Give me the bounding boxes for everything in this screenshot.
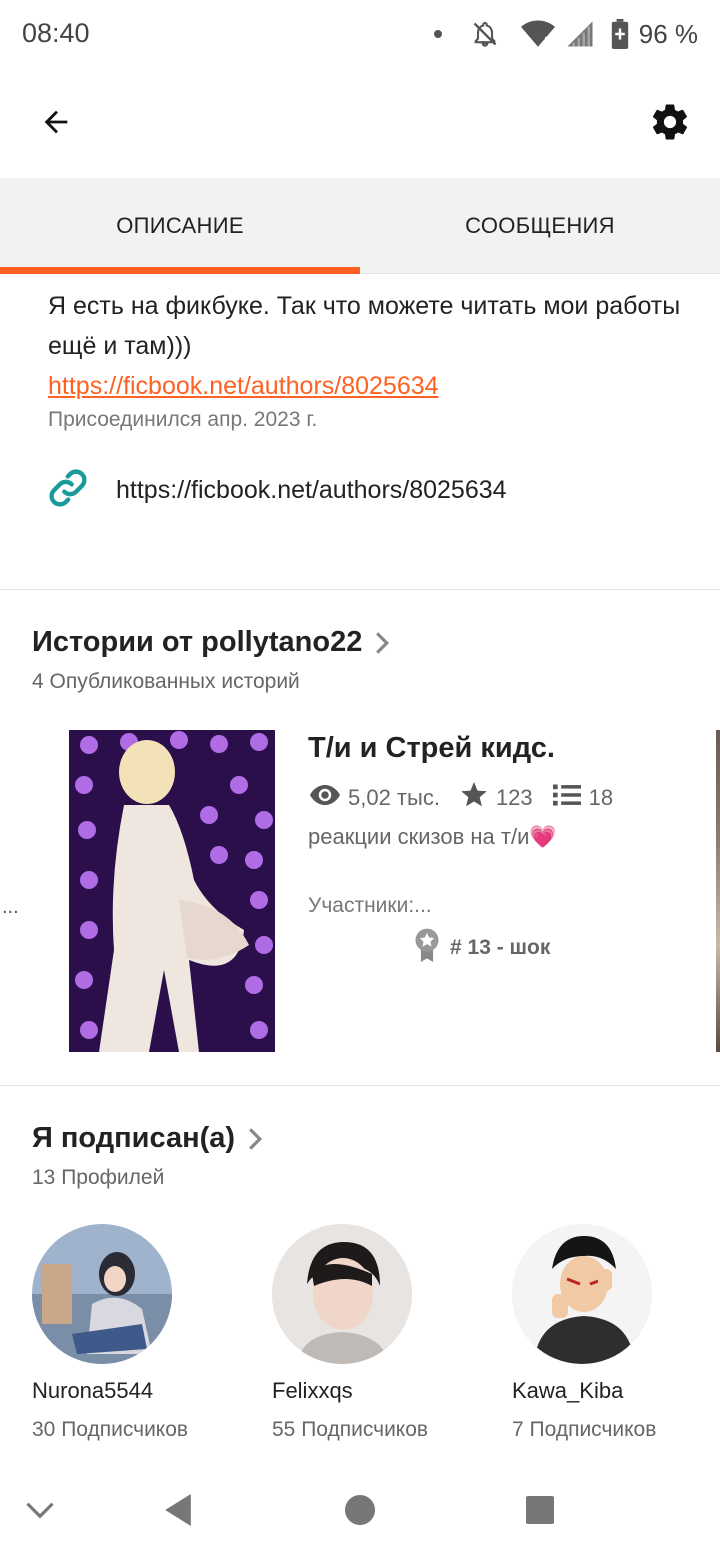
website-text: https://ficbook.net/authors/8025634: [116, 475, 507, 504]
website-link[interactable]: https://ficbook.net/authors/8025634: [46, 466, 507, 514]
story-rank[interactable]: # 13 - шок: [414, 928, 551, 968]
nav-home-button[interactable]: [332, 1484, 388, 1540]
signal-icon: [565, 19, 595, 49]
app-bar: [0, 68, 720, 178]
eye-icon: [310, 784, 348, 812]
joined-date: Присоединился апр. 2023 г.: [48, 408, 318, 431]
next-story-peek[interactable]: [716, 730, 720, 1052]
dot-icon: [433, 29, 443, 39]
votes-count: 123: [495, 785, 533, 810]
star-icon: [460, 782, 496, 814]
back-triangle-icon: [162, 1492, 194, 1533]
status-bar: 08:40 96 %: [0, 0, 720, 68]
divider: [0, 1085, 720, 1086]
profile-name: Felixxqs: [272, 1378, 353, 1403]
wifi-icon: [520, 19, 555, 49]
followed-profile-card[interactable]: Nurona5544 30 Подписчиков: [32, 1224, 262, 1442]
story-title[interactable]: Т/и и Стрей кидс.: [308, 732, 555, 765]
divider: [0, 589, 720, 590]
following-count: 13 Профилей: [32, 1166, 165, 1189]
followed-profile-card[interactable]: Felixxqs 55 Подписчиков: [272, 1224, 502, 1442]
status-time: 08:40: [22, 18, 90, 48]
profile-name: Nurona5544: [32, 1378, 154, 1403]
avatar: [32, 1224, 172, 1364]
tab-bar: ОПИСАНИЕ СООБЩЕНИЯ: [0, 178, 720, 274]
parts-count: 18: [588, 785, 614, 810]
stories-count: 4 Опубликованных историй: [32, 670, 300, 693]
profile-followers: 55 Подписчиков: [272, 1418, 429, 1441]
avatar: [512, 1224, 652, 1364]
votes-stat: 123: [460, 782, 533, 814]
chevron-right-icon: [247, 1126, 263, 1152]
description-link[interactable]: https://ficbook.net/authors/8025634: [48, 366, 439, 406]
following-section-header[interactable]: Я подписан(а): [32, 1122, 263, 1155]
profile-name: Kawa_Kiba: [512, 1378, 624, 1403]
home-circle-icon: [344, 1494, 376, 1531]
nav-back-button[interactable]: [150, 1484, 206, 1540]
previous-story-peek[interactable]: ...: [2, 896, 19, 919]
stories-section-header[interactable]: Истории от pollytano22: [32, 626, 390, 659]
battery-percent: 96 %: [638, 18, 698, 49]
gear-icon: [649, 101, 691, 148]
tab-description[interactable]: ОПИСАНИЕ: [0, 178, 360, 274]
system-nav-bar: [0, 1462, 720, 1560]
views-count: 5,02 тыс.: [348, 785, 440, 810]
settings-button[interactable]: [644, 98, 696, 150]
profile-followers: 7 Подписчиков: [512, 1418, 657, 1441]
award-ribbon-icon: [414, 928, 450, 968]
chevron-down-icon: [25, 1500, 55, 1525]
following-section-title: Я подписан(а): [32, 1122, 236, 1154]
profile-description: Я есть на фикбуке. Так что можете читать…: [48, 292, 681, 360]
link-icon: [46, 466, 90, 515]
profile-followers: 30 Подписчиков: [32, 1418, 189, 1441]
tab-messages[interactable]: СООБЩЕНИЯ: [360, 178, 720, 273]
arrow-left-icon: [37, 105, 75, 144]
status-icons: 96 %: [433, 16, 698, 52]
views-stat: 5,02 тыс.: [310, 784, 440, 812]
recents-square-icon: [525, 1495, 555, 1530]
list-icon: [552, 783, 589, 813]
story-cast: Участники:...: [308, 894, 432, 917]
rank-text: # 13 - шок: [450, 936, 551, 959]
story-stats: 5,02 тыс. 123 18: [310, 780, 613, 816]
avatar: [272, 1224, 412, 1364]
followed-profile-card[interactable]: Kawa_Kiba 7 Подписчиков: [512, 1224, 720, 1442]
hide-nav-button[interactable]: [12, 1484, 68, 1540]
chevron-right-icon: [374, 630, 390, 656]
bell-off-icon: [471, 19, 499, 49]
nav-recents-button[interactable]: [512, 1484, 568, 1540]
battery-icon: [611, 19, 629, 49]
story-cover-image[interactable]: [69, 730, 275, 1052]
stories-section-title: Истории от pollytano22: [32, 626, 363, 658]
back-button[interactable]: [30, 98, 82, 150]
parts-stat: 18: [552, 783, 614, 813]
story-description: реакции скизов на т/и💗: [308, 824, 557, 849]
